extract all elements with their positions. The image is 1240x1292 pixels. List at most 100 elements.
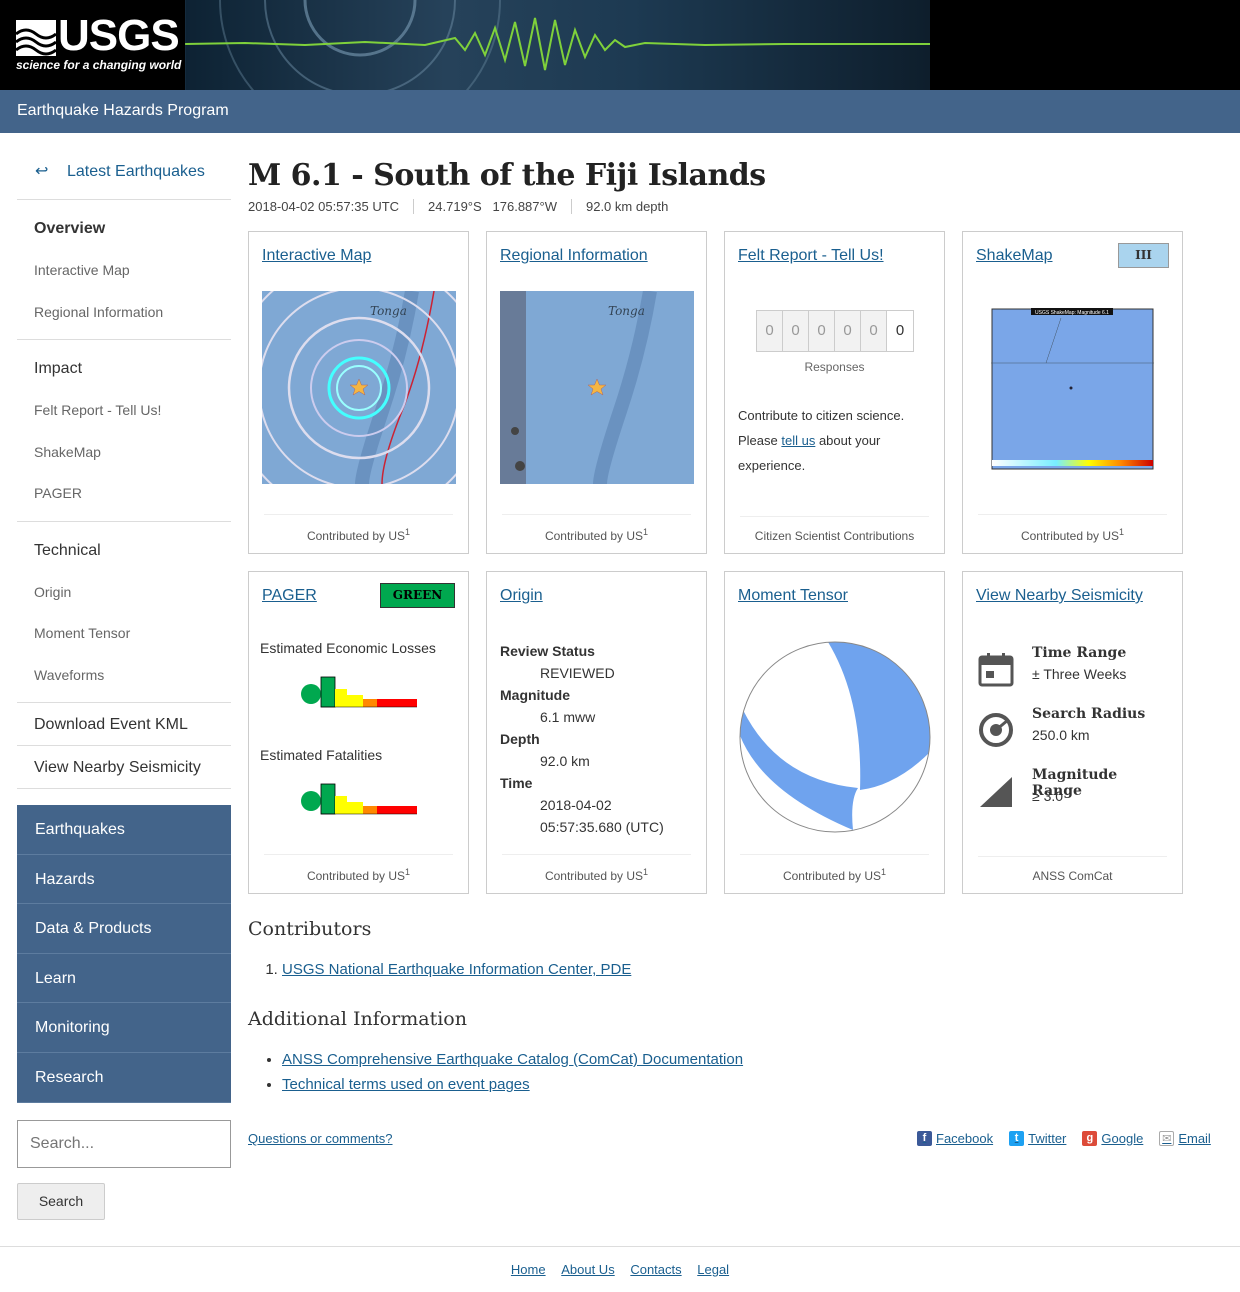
nav-group-overview: Overview Interactive Map Regional Inform…	[17, 200, 231, 340]
moment-tensor-link[interactable]: Moment Tensor	[738, 587, 848, 605]
usgs-logo[interactable]: USGS science for a changing world	[0, 0, 185, 90]
origin-link[interactable]: Origin	[500, 587, 543, 605]
magnitude-ramp-icon	[980, 777, 1012, 807]
sidebar-item-download-kml[interactable]: Download Event KML	[17, 703, 231, 746]
footer-contacts-link[interactable]: Contacts	[630, 1262, 681, 1277]
nav-earthquakes[interactable]: Earthquakes	[17, 805, 231, 855]
card-moment-tensor: Moment Tensor Contributed by US1	[724, 571, 945, 894]
interactive-map-thumbnail[interactable]: Tonga	[262, 291, 456, 484]
tell-us-link[interactable]: tell us	[781, 433, 815, 448]
shakemap-contrib: Contributed by US1	[978, 514, 1167, 543]
nearby-seismicity-link[interactable]: View Nearby Seismicity	[976, 587, 1143, 605]
logo-word: USGS	[58, 11, 180, 60]
sidebar-item-moment-tensor[interactable]: Moment Tensor	[17, 613, 231, 655]
usgs-wave-icon	[16, 20, 56, 56]
sidebar-item-regional-information[interactable]: Regional Information	[17, 292, 231, 334]
sidebar-item-impact[interactable]: Impact	[17, 348, 231, 390]
sidebar-item-origin[interactable]: Origin	[17, 572, 231, 614]
shakemap-link[interactable]: ShakeMap	[976, 247, 1053, 265]
seismogram-banner	[185, 0, 930, 90]
regional-map-thumbnail[interactable]: Tonga	[500, 291, 694, 484]
regional-information-link[interactable]: Regional Information	[500, 247, 648, 265]
shakemap-intensity-badge: III	[1118, 243, 1169, 268]
google-plus-icon: g	[1082, 1131, 1098, 1146]
shakemap-map-title: USGS ShakeMap: Magnitude 6.1	[1035, 310, 1109, 316]
shakemap-thumbnail[interactable]: USGS ShakeMap: Magnitude 6.1	[991, 308, 1154, 470]
counter-digit: 0	[835, 311, 861, 351]
sidebar-item-interactive-map[interactable]: Interactive Map	[17, 250, 231, 292]
card-regional-information: Regional Information Tonga Contributed b…	[486, 231, 707, 554]
seismogram-graphic	[185, 0, 930, 90]
list-item: Technical terms used on event pages	[282, 1072, 743, 1097]
beachball-diagram[interactable]	[738, 640, 932, 834]
counter-digit: 0	[809, 311, 835, 351]
sidebar-item-overview[interactable]: Overview	[17, 208, 231, 250]
nav-data-products[interactable]: Data & Products	[17, 904, 231, 954]
program-bar: Earthquake Hazards Program	[0, 90, 1240, 133]
nav-learn[interactable]: Learn	[17, 954, 231, 1004]
pager-link[interactable]: PAGER	[262, 587, 317, 605]
sidebar: ↩ Latest Earthquakes Overview Interactive…	[17, 150, 231, 1220]
program-title[interactable]: Earthquake Hazards Program	[17, 102, 229, 120]
footer-about-link[interactable]: About Us	[561, 1262, 614, 1277]
nearby-contrib: ANSS ComCat	[978, 856, 1167, 883]
sidebar-item-felt-report[interactable]: Felt Report - Tell Us!	[17, 390, 231, 432]
calendar-icon	[978, 653, 1014, 687]
responses-label: Responses	[804, 360, 865, 374]
interactive-map-link[interactable]: Interactive Map	[262, 247, 371, 265]
time-date: 2018-04-02	[540, 797, 612, 813]
map-place-label: Tonga	[370, 304, 407, 318]
main-content: M 6.1 - South of the Fiji Islands 2018-0…	[248, 150, 1223, 1093]
search-input[interactable]	[17, 1119, 231, 1168]
counter-digit: 0	[757, 311, 783, 351]
questions-link[interactable]: Questions or comments?	[248, 1131, 393, 1146]
pager-alert-badge: GREEN	[380, 583, 455, 608]
latest-earthquakes-link[interactable]: ↩ Latest Earthquakes	[17, 150, 231, 200]
sidebar-item-pager[interactable]: PAGER	[17, 473, 231, 515]
time-range-row: Time Range ± Three Weeks	[978, 645, 1168, 693]
nav-hazards[interactable]: Hazards	[17, 855, 231, 905]
regional-contrib: Contributed by US1	[502, 514, 691, 543]
contributor-link-pde[interactable]: USGS National Earthquake Information Cen…	[282, 961, 631, 978]
share-facebook[interactable]: f Facebook	[917, 1131, 993, 1146]
nav-monitoring[interactable]: Monitoring	[17, 1003, 231, 1053]
felt-contrib: Citizen Scientist Contributions	[740, 516, 929, 543]
nav-research[interactable]: Research	[17, 1053, 231, 1103]
fatalities-histogram	[301, 783, 417, 815]
additional-info-heading: Additional Information	[248, 1008, 467, 1030]
origin-details: Review Status REVIEWED Magnitude 6.1 mww…	[500, 640, 664, 838]
site-header: USGS science for a changing world	[0, 0, 1240, 90]
share-links: f Facebook t Twitter g Google ✉ Email	[917, 1131, 1211, 1146]
economic-losses-histogram	[301, 676, 417, 708]
depth-label: Depth	[500, 731, 540, 747]
card-shakemap: ShakeMap III USGS ShakeMap: Magnitude 6.…	[962, 231, 1183, 554]
site-footer: Home About Us Contacts Legal	[0, 1246, 1240, 1292]
sidebar-item-technical[interactable]: Technical	[17, 530, 231, 572]
card-pager: PAGER GREEN Estimated Economic Losses Es…	[248, 571, 469, 894]
comcat-docs-link[interactable]: ANSS Comprehensive Earthquake Catalog (C…	[282, 1051, 743, 1068]
radius-target-icon	[979, 713, 1013, 747]
facebook-icon: f	[917, 1131, 932, 1146]
search-button[interactable]: Search	[17, 1182, 105, 1220]
email-icon: ✉	[1159, 1131, 1175, 1146]
sidebar-item-nearby-seismicity[interactable]: View Nearby Seismicity	[17, 746, 231, 789]
site-nav: Earthquakes Hazards Data & Products Lear…	[17, 805, 231, 1103]
nav-group-impact: Impact Felt Report - Tell Us! ShakeMap P…	[17, 340, 231, 522]
sidebar-item-shakemap[interactable]: ShakeMap	[17, 432, 231, 474]
footer-home-link[interactable]: Home	[511, 1262, 546, 1277]
felt-report-link[interactable]: Felt Report - Tell Us!	[738, 247, 884, 265]
event-coords: 24.719°S 176.887°W	[428, 199, 572, 214]
card-interactive-map: Interactive Map Tonga Contributed by US1	[248, 231, 469, 554]
share-twitter[interactable]: t Twitter	[1009, 1131, 1066, 1146]
sidebar-item-waveforms[interactable]: Waveforms	[17, 655, 231, 697]
share-google[interactable]: g Google	[1082, 1131, 1143, 1146]
magnitude-value: 6.1 mww	[540, 709, 596, 725]
time-label: Time	[500, 775, 533, 791]
search-radius-row: Search Radius 250.0 km	[978, 706, 1168, 754]
time-range-label: Time Range	[1032, 645, 1127, 661]
footer-legal-link[interactable]: Legal	[697, 1262, 729, 1277]
magnitude-range-row: Magnitude Range ≥ 3.0	[978, 767, 1168, 815]
magnitude-range-value: ≥ 3.0	[1032, 788, 1064, 804]
technical-terms-link[interactable]: Technical terms used on event pages	[282, 1076, 530, 1093]
share-email[interactable]: ✉ Email	[1159, 1131, 1211, 1146]
